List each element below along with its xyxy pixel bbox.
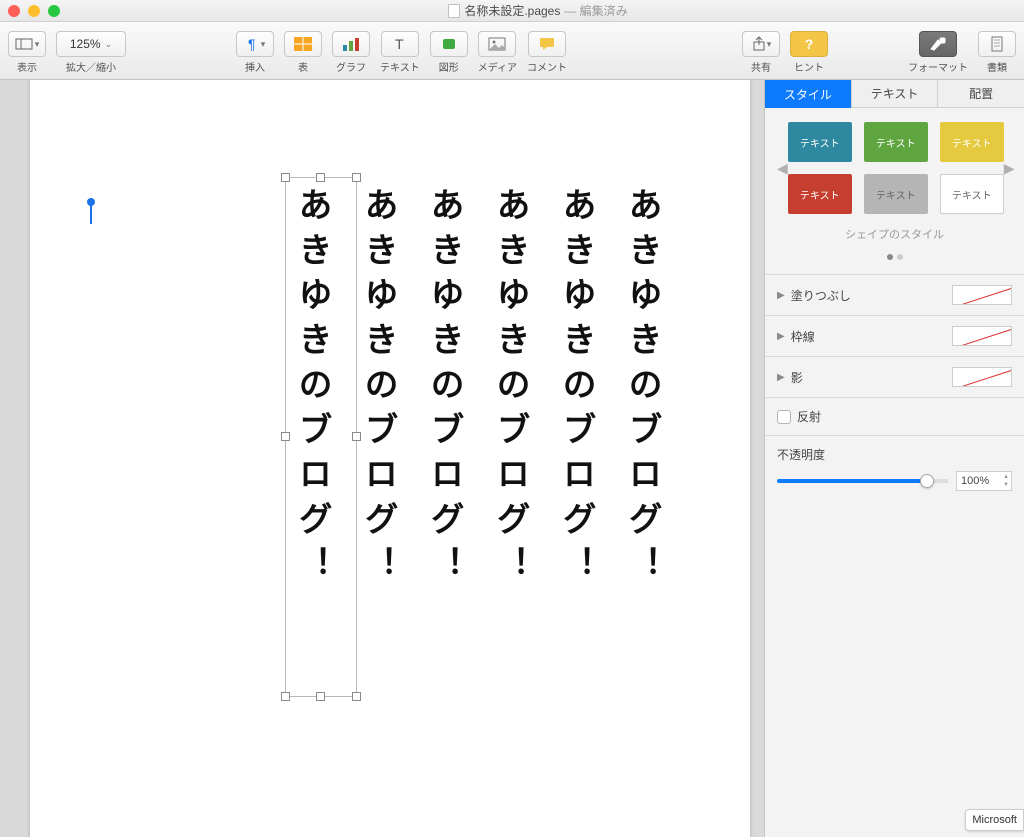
fill-label: 塗りつぶし	[791, 287, 851, 304]
shape-styles-caption: シェイプのスタイル	[845, 226, 944, 242]
border-label: 枠線	[791, 328, 815, 345]
reflection-label: 反射	[797, 408, 821, 425]
style-prev-arrow[interactable]: ◀	[777, 160, 788, 177]
microsoft-badge: Microsoft	[965, 809, 1024, 831]
opacity-label: 不透明度	[777, 446, 1012, 463]
style-presets: ◀ テキスト テキスト テキスト テキスト テキスト テキスト ▶ シェイプのス…	[765, 108, 1024, 274]
page-dot[interactable]	[887, 254, 893, 260]
comment-label: コメント	[527, 59, 567, 74]
reflection-checkbox[interactable]	[777, 410, 791, 424]
style-swatch-gray[interactable]: テキスト	[864, 174, 928, 214]
opacity-slider[interactable]	[777, 479, 948, 483]
disclosure-icon: ▶	[777, 290, 785, 301]
tips-label: ヒント	[794, 59, 824, 74]
text-label: テキスト	[380, 59, 420, 74]
table-label: 表	[298, 59, 308, 74]
resize-handle-ml[interactable]	[281, 432, 290, 441]
style-swatch-red[interactable]: テキスト	[788, 174, 852, 214]
zoom-value: 125%	[70, 37, 101, 51]
resize-handle-bm[interactable]	[316, 692, 325, 701]
share-label: 共有	[751, 59, 771, 74]
page[interactable]: あきゆきのブログ！ あきゆきのブログ！ あきゆきのブログ！ あきゆきのブログ！ あきゆき…	[30, 80, 750, 837]
vertical-text-column[interactable]: あきゆきのブログ！	[559, 187, 593, 591]
reflection-section: 反射	[765, 397, 1024, 435]
window-title: 名称未設定.pages — 編集済み	[60, 2, 1016, 19]
shadow-section[interactable]: ▶影	[765, 356, 1024, 397]
resize-handle-tl[interactable]	[281, 173, 290, 182]
view-label: 表示	[17, 59, 37, 74]
comment-button[interactable]	[528, 31, 566, 57]
media-label: メディア	[478, 59, 517, 74]
opacity-input[interactable]: 100% ▲▼	[956, 471, 1012, 491]
window-controls	[8, 5, 60, 17]
document-button[interactable]	[978, 31, 1016, 57]
disclosure-icon: ▶	[777, 372, 785, 383]
svg-text:¶: ¶	[248, 36, 256, 52]
zoom-label: 拡大／縮小	[66, 59, 116, 74]
style-swatch-teal[interactable]: テキスト	[788, 122, 852, 162]
zoom-select[interactable]: 125% ⌄	[56, 31, 126, 57]
table-button[interactable]	[284, 31, 322, 57]
toolbar: ▾ 表示 125% ⌄ 拡大／縮小 ¶▾ 挿入 表 グラフ T	[0, 22, 1024, 80]
slider-thumb[interactable]	[920, 474, 934, 488]
page-dot[interactable]	[897, 254, 903, 260]
page-dots	[887, 254, 903, 260]
close-window-button[interactable]	[8, 5, 20, 17]
insert-label: 挿入	[245, 59, 265, 74]
view-button[interactable]: ▾	[8, 31, 46, 57]
shadow-swatch-none[interactable]	[952, 367, 1012, 387]
tab-style[interactable]: スタイル	[765, 80, 852, 108]
opacity-stepper[interactable]: ▲▼	[1003, 473, 1009, 489]
vertical-text-column[interactable]: あきゆきのブログ！	[427, 187, 461, 591]
opacity-value: 100%	[961, 475, 989, 487]
share-button[interactable]: ▾	[742, 31, 780, 57]
shadow-label: 影	[791, 369, 803, 386]
style-next-arrow[interactable]: ▶	[1004, 160, 1015, 177]
format-label: フォーマット	[908, 59, 968, 74]
insert-button[interactable]: ¶▾	[236, 31, 274, 57]
vertical-text-column[interactable]: あきゆきのブログ！	[493, 187, 527, 591]
style-swatch-yellow[interactable]: テキスト	[940, 122, 1004, 162]
tips-button[interactable]: ?	[790, 31, 828, 57]
opacity-section: 不透明度 100% ▲▼	[765, 435, 1024, 501]
text-cursor	[90, 202, 92, 224]
fill-section[interactable]: ▶ 塗りつぶし	[765, 274, 1024, 315]
canvas[interactable]: あきゆきのブログ！ あきゆきのブログ！ あきゆきのブログ！ あきゆきのブログ！ あきゆき…	[0, 80, 764, 837]
main: あきゆきのブログ！ あきゆきのブログ！ あきゆきのブログ！ あきゆきのブログ！ あきゆき…	[0, 80, 1024, 837]
zoom-window-button[interactable]	[48, 5, 60, 17]
chart-button[interactable]	[332, 31, 370, 57]
media-button[interactable]	[478, 31, 516, 57]
chart-label: グラフ	[336, 59, 366, 74]
inspector: スタイル テキスト 配置 ◀ テキスト テキスト テキスト テキスト テキスト …	[764, 80, 1024, 837]
window-modified: — 編集済み	[564, 2, 627, 19]
inspector-tabs: スタイル テキスト 配置	[765, 80, 1024, 108]
resize-handle-br[interactable]	[352, 692, 361, 701]
window-filename: 名称未設定.pages	[464, 2, 560, 19]
disclosure-icon: ▶	[777, 331, 785, 342]
resize-handle-bl[interactable]	[281, 692, 290, 701]
tab-text[interactable]: テキスト	[852, 80, 939, 108]
minimize-window-button[interactable]	[28, 5, 40, 17]
resize-handle-tr[interactable]	[352, 173, 361, 182]
tab-arrange[interactable]: 配置	[938, 80, 1024, 108]
text-button[interactable]: T	[381, 31, 419, 57]
svg-text:T: T	[395, 37, 404, 51]
shape-label: 図形	[439, 59, 459, 74]
resize-handle-mr[interactable]	[352, 432, 361, 441]
border-section[interactable]: ▶ 枠線	[765, 315, 1024, 356]
format-button[interactable]	[919, 31, 957, 57]
border-swatch-none[interactable]	[952, 326, 1012, 346]
style-swatch-white[interactable]: テキスト	[940, 174, 1004, 214]
fill-swatch-none[interactable]	[952, 285, 1012, 305]
document-label: 書類	[987, 59, 1007, 74]
vertical-text-column[interactable]: あきゆきのブログ！	[625, 187, 659, 591]
vertical-text-column[interactable]: あきゆきのブログ！	[361, 187, 395, 591]
resize-handle-tm[interactable]	[316, 173, 325, 182]
selection-box[interactable]	[285, 177, 357, 697]
style-swatch-green[interactable]: テキスト	[864, 122, 928, 162]
titlebar: 名称未設定.pages — 編集済み	[0, 0, 1024, 22]
document-icon	[448, 4, 460, 18]
shape-button[interactable]	[430, 31, 468, 57]
